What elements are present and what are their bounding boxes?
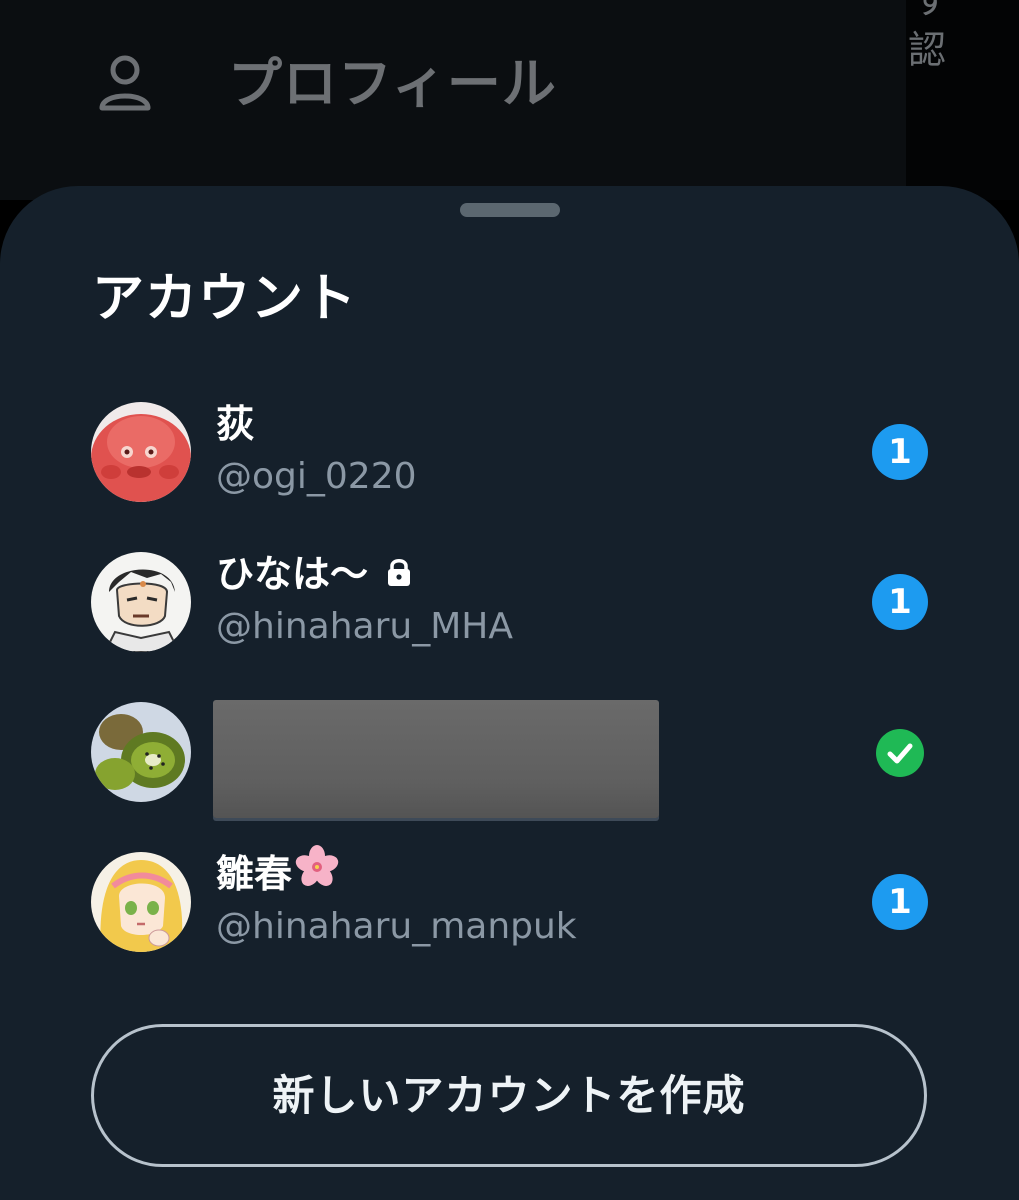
cherry-blossom-icon: [294, 844, 340, 901]
account-row-ogi[interactable]: 荻 @ogi_0220 1: [0, 402, 1019, 542]
account-display-name: 雛春: [216, 845, 340, 901]
account-row-hinaharu-mha[interactable]: ひなは〜 @hinaharu_MHA 1: [0, 552, 1019, 692]
sheet-drag-handle[interactable]: [460, 203, 560, 217]
create-new-account-button[interactable]: 新しいアカウントを作成: [91, 1024, 927, 1167]
background-text-fragment: 認: [908, 28, 947, 72]
account-display-name: ひなは〜: [216, 550, 412, 598]
create-new-account-label: 新しいアカウントを作成: [272, 1071, 746, 1120]
avatar-red-face-icon: [91, 402, 191, 502]
lock-icon: [386, 550, 412, 598]
drawer-item-profile[interactable]: プロフィール: [228, 52, 557, 116]
person-icon: [98, 54, 152, 112]
notification-count-badge: 1: [872, 424, 928, 480]
account-handle: @ogi_0220: [216, 456, 417, 497]
account-handle: @hinaharu_manpuk: [216, 906, 577, 947]
account-handle: @hinaharu_MHA: [216, 606, 513, 647]
account-display-name: 荻: [216, 402, 255, 446]
account-row-current[interactable]: [0, 700, 1019, 842]
sheet-title: アカウント: [92, 269, 358, 329]
avatar-anime-girl-icon: [91, 852, 191, 952]
account-display-name-text: ひなは〜: [216, 552, 369, 596]
notification-count-badge: 1: [872, 874, 928, 930]
background-text-fragment-top: す: [912, 0, 951, 22]
account-row-hinaharu-manpuk[interactable]: 雛春 @hinaharu_manpuk 1: [0, 845, 1019, 992]
check-icon: [876, 729, 924, 777]
notification-count-badge: 1: [872, 574, 928, 630]
avatar-kiwi-icon: [91, 702, 191, 802]
avatar-anime-man-icon: [91, 552, 191, 652]
redacted-account-name: [213, 700, 659, 818]
account-switcher-sheet: アカウント 荻 @ogi_0220 1 ひなは〜 @hinaharu_MHA 1…: [0, 186, 1019, 1200]
screen: す 認 プロフィール アカウント 荻 @ogi_0220 1 ひなは〜 @hin…: [0, 0, 1019, 1200]
account-display-name-text: 雛春: [216, 852, 293, 896]
